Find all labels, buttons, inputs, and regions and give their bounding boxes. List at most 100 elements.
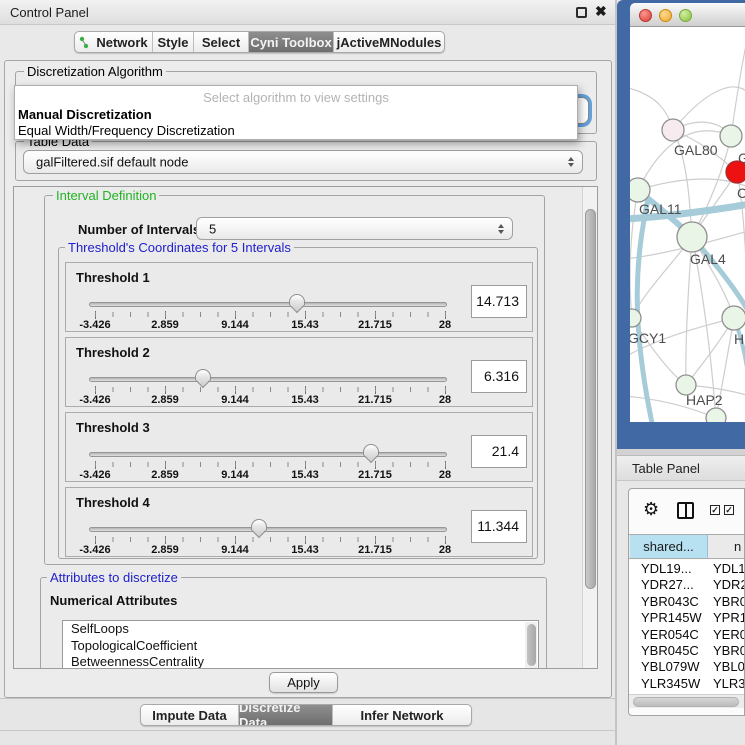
column-header-name[interactable]: n bbox=[708, 535, 744, 558]
tab-label: Infer Network bbox=[360, 708, 443, 723]
dropdown-option-equal-width[interactable]: Equal Width/Frequency Discretization bbox=[18, 123, 235, 138]
table-row[interactable]: YBL079WYBL0 bbox=[629, 658, 744, 674]
tab-select[interactable]: Select bbox=[194, 32, 249, 52]
table-row[interactable]: YDR27...YDR2 bbox=[629, 576, 744, 592]
bottom-tab-strip: Impute Data Discretize Data Infer Networ… bbox=[0, 698, 615, 745]
divider bbox=[0, 730, 615, 731]
column-header-shared-name[interactable]: shared... bbox=[630, 535, 708, 558]
network-canvas[interactable]: GAL80GACGAL11GAL4GCY1HHAP2 bbox=[630, 27, 745, 422]
minimize-traffic-light-icon[interactable] bbox=[659, 9, 672, 22]
cell-shared-name: YPR145W bbox=[641, 610, 702, 625]
zoom-traffic-light-icon[interactable] bbox=[679, 9, 692, 22]
slider-minor-ticks bbox=[95, 312, 446, 317]
tab-discretize-data[interactable]: Discretize Data bbox=[239, 705, 333, 725]
float-window-icon[interactable] bbox=[576, 7, 587, 18]
tab-network[interactable]: Network bbox=[75, 32, 153, 52]
settings-vertical-scrollbar bbox=[582, 187, 597, 668]
tab-label: Style bbox=[157, 35, 188, 50]
scrollbar-thumb[interactable] bbox=[633, 697, 739, 707]
tick-label: 15.43 bbox=[291, 469, 319, 481]
tick-label: -3.426 bbox=[79, 319, 110, 331]
numerical-attributes-list[interactable]: SelfLoopsTopologicalCoefficientBetweenne… bbox=[62, 620, 539, 669]
network-node[interactable] bbox=[726, 161, 745, 183]
network-node[interactable] bbox=[677, 222, 707, 252]
group-title: Interval Definition bbox=[53, 188, 159, 203]
select-checkbox-icon[interactable]: ✓ bbox=[710, 505, 720, 515]
close-icon[interactable]: ✖ bbox=[595, 3, 607, 20]
tab-label: Discretize Data bbox=[239, 704, 332, 726]
network-node[interactable] bbox=[720, 125, 742, 147]
attribute-item[interactable]: TopologicalCoefficient bbox=[63, 638, 538, 655]
attribute-item[interactable]: SelfLoops bbox=[63, 621, 538, 638]
network-node[interactable] bbox=[706, 408, 726, 422]
network-node[interactable] bbox=[630, 178, 650, 202]
apply-button[interactable]: Apply bbox=[269, 672, 338, 693]
threshold-value-field[interactable]: 14.713 bbox=[471, 285, 527, 318]
network-window-titlebar[interactable] bbox=[630, 3, 745, 27]
algorithm-dropdown-popup: Select algorithm to view settings Manual… bbox=[14, 85, 578, 140]
slider-minor-ticks bbox=[95, 387, 446, 392]
cell-shared-name: YDL19... bbox=[641, 561, 692, 576]
threshold-slider-track[interactable] bbox=[89, 302, 447, 307]
tick-label: 2.859 bbox=[151, 319, 179, 331]
node-table: ⚙ ✓ ✓ shared... n YDL19...YDL1YDR27...YD… bbox=[628, 488, 745, 716]
number-of-intervals-label: Number of Intervals bbox=[78, 222, 200, 237]
threshold-slider-thumb[interactable] bbox=[195, 369, 211, 386]
node-label: H bbox=[734, 331, 744, 347]
tab-jactivemnodules[interactable]: jActiveMNodules bbox=[334, 32, 444, 52]
threshold-label: Threshold 3 bbox=[76, 420, 150, 435]
cell-shared-name: YLR345W bbox=[641, 676, 700, 691]
cell-name: YDR2 bbox=[713, 577, 744, 592]
tab-infer-network[interactable]: Infer Network bbox=[333, 705, 471, 725]
tab-cyni-toolbox[interactable]: Cyni Toolbox bbox=[249, 32, 334, 52]
list-scrollbar-thumb[interactable] bbox=[527, 624, 536, 666]
network-graph: GAL80GACGAL11GAL4GCY1HHAP2 bbox=[630, 27, 745, 422]
threshold-value-field[interactable]: 11.344 bbox=[471, 510, 527, 543]
scrollbar-thumb[interactable] bbox=[585, 209, 596, 589]
threshold-slider-thumb[interactable] bbox=[289, 294, 305, 311]
threshold-value-field[interactable]: 6.316 bbox=[471, 360, 527, 393]
slider-minor-ticks bbox=[95, 537, 446, 542]
tab-impute-data[interactable]: Impute Data bbox=[141, 705, 239, 725]
group-title: Attributes to discretize bbox=[47, 570, 181, 585]
table-panel-titlebar: Table Panel bbox=[617, 455, 745, 481]
network-node[interactable] bbox=[662, 119, 684, 141]
table-row[interactable]: YDL19...YDL1 bbox=[629, 560, 744, 576]
threshold-value-field[interactable]: 21.4 bbox=[471, 435, 527, 468]
threshold-slider-thumb[interactable] bbox=[363, 444, 379, 461]
tab-style[interactable]: Style bbox=[153, 32, 194, 52]
select-checkbox-icon[interactable]: ✓ bbox=[724, 505, 734, 515]
threshold-slider-thumb[interactable] bbox=[251, 519, 267, 536]
threshold-slider-track[interactable] bbox=[89, 452, 447, 457]
tick-label: 21.715 bbox=[358, 544, 392, 556]
table-row[interactable]: YPR145WYPR1 bbox=[629, 609, 744, 625]
threshold-4-panel: Threshold 4 -3.426 2.859 9.144 15.43 21.… bbox=[65, 487, 533, 557]
network-node[interactable] bbox=[722, 306, 745, 330]
cell-name: YER0 bbox=[713, 627, 744, 642]
tick-label: 28 bbox=[439, 319, 451, 331]
combobox-spinner-icon bbox=[568, 157, 574, 167]
table-row[interactable]: YBR043CYBR0 bbox=[629, 593, 744, 609]
table-row[interactable]: YBR045CYBR0 bbox=[629, 642, 744, 658]
cell-name: YLR3 bbox=[713, 676, 744, 691]
split-columns-icon[interactable] bbox=[677, 502, 694, 519]
table-panel-title: Table Panel bbox=[632, 461, 700, 476]
network-icon bbox=[79, 36, 90, 49]
dropdown-hint-option[interactable]: Select algorithm to view settings bbox=[15, 90, 577, 105]
table-row[interactable]: YLR345W YLR3 bbox=[629, 675, 744, 691]
attribute-item[interactable]: BetweennessCentrality bbox=[63, 654, 538, 669]
tick-label: 9.144 bbox=[221, 394, 249, 406]
gear-icon[interactable]: ⚙ bbox=[643, 499, 659, 520]
table-row[interactable]: YER054CYER0 bbox=[629, 626, 744, 642]
node-label: GAL11 bbox=[639, 201, 682, 217]
table-horizontal-scrollbar bbox=[629, 694, 744, 708]
close-traffic-light-icon[interactable] bbox=[639, 9, 652, 22]
cell-name: YBR0 bbox=[713, 643, 744, 658]
threshold-slider-track[interactable] bbox=[89, 377, 447, 382]
table-data-combobox[interactable]: galFiltered.sif default node bbox=[23, 150, 583, 174]
tick-label: 9.144 bbox=[221, 319, 249, 331]
node-label: HAP2 bbox=[686, 392, 723, 408]
dropdown-option-manual[interactable]: Manual Discretization bbox=[18, 107, 152, 122]
threshold-slider-track[interactable] bbox=[89, 527, 447, 532]
number-of-intervals-combobox[interactable]: 5 bbox=[196, 217, 513, 240]
